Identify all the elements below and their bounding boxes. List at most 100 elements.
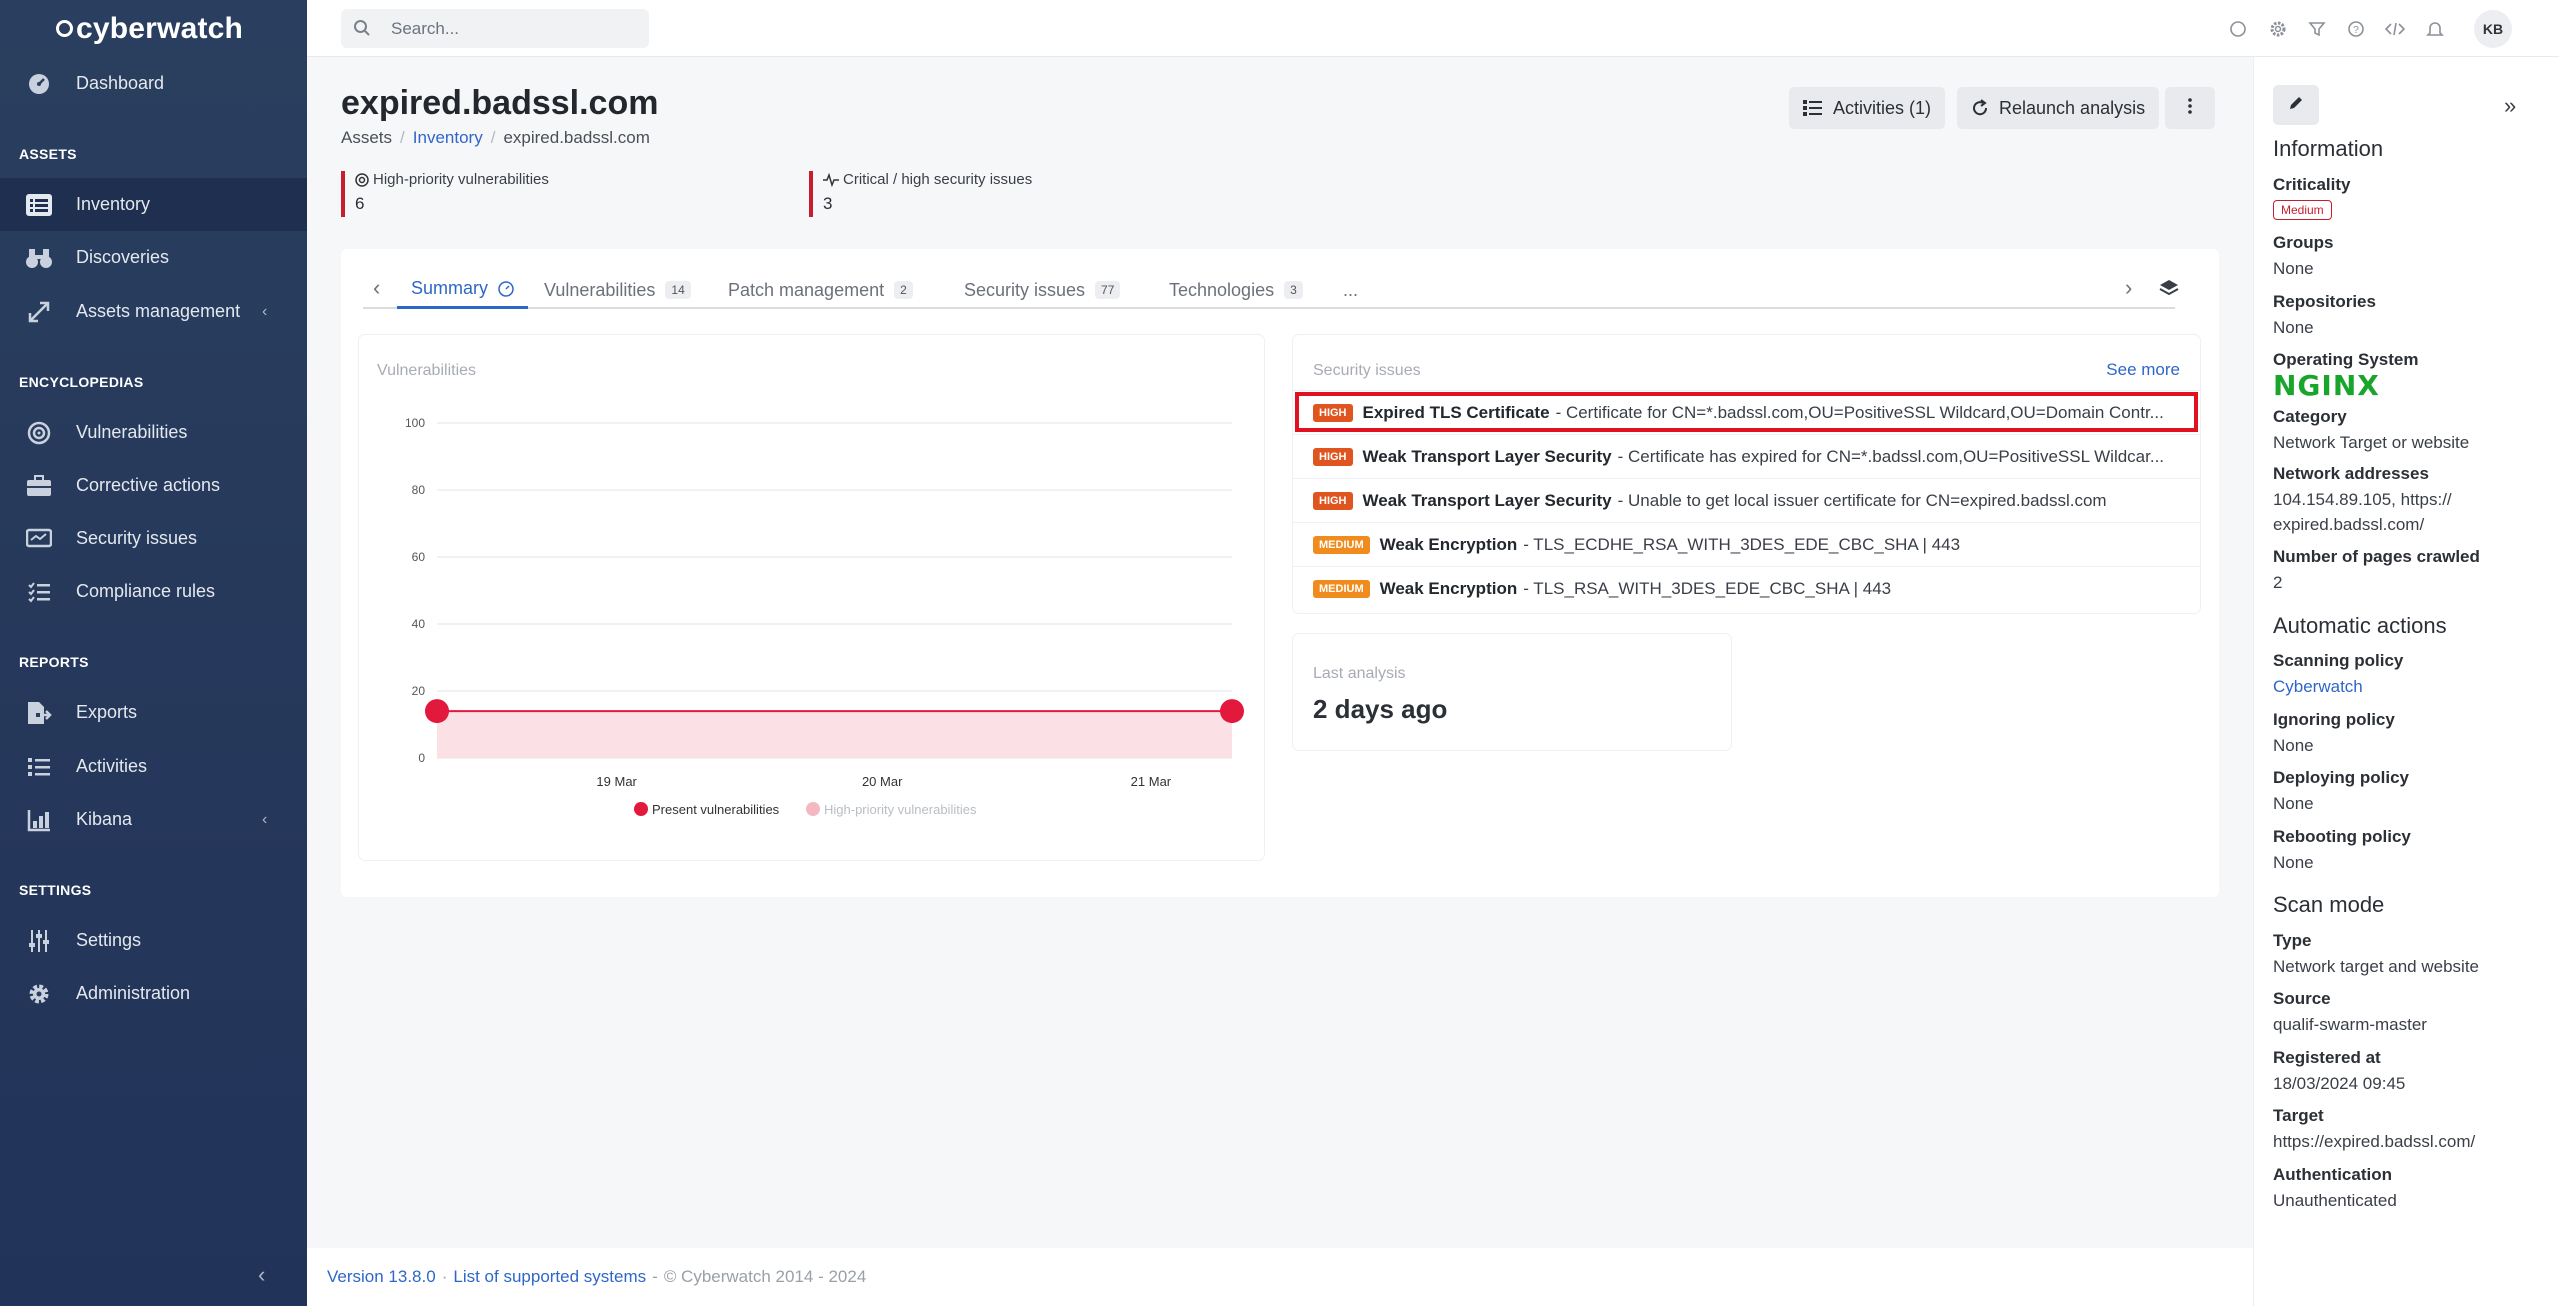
footer: Version 13.8.0 · List of supported systems… (307, 1248, 2253, 1306)
security-issue-row[interactable]: HIGH Expired TLS Certificate - Certificate… (1293, 390, 2200, 434)
scanning-policy-label: Scanning policy (2273, 651, 2404, 670)
version-link[interactable]: Version 13.8.0 (327, 1267, 436, 1287)
y-tick-label: 80 (412, 483, 426, 497)
sidebar-item-corrective-actions[interactable]: Corrective actions (0, 459, 307, 512)
sidebar-item-discoveries[interactable]: Discoveries (0, 231, 307, 284)
search-input[interactable] (391, 9, 631, 48)
tab-security-issues[interactable]: Security issues 77 (964, 271, 1121, 309)
kpi-label: High-priority vulnerabilities (373, 171, 549, 188)
sidebar-item-inventory[interactable]: Inventory (0, 178, 307, 231)
kebab-icon (2188, 97, 2192, 119)
sidebar-item-vulnerabilities[interactable]: Vulnerabilities (0, 406, 307, 459)
legend-label: High-priority vulnerabilities (824, 802, 977, 817)
filter-icon[interactable] (2305, 17, 2329, 41)
security-issue-row[interactable]: MEDIUM Weak Encryption - TLS_ECDHE_RSA_WIT… (1293, 522, 2200, 566)
bell-icon[interactable] (2423, 17, 2447, 41)
tab-technologies[interactable]: Technologies 3 (1169, 271, 1303, 309)
tab-badge: 77 (1095, 281, 1121, 299)
automatic-actions-heading: Automatic actions (2273, 613, 2447, 638)
x-tick-label: 20 Mar (862, 774, 903, 789)
criticality-label: Criticality (2273, 175, 2351, 194)
breadcrumb-inventory[interactable]: Inventory (413, 128, 483, 147)
tab-more[interactable]: ... (1343, 271, 1358, 309)
tab-patch-management[interactable]: Patch management 2 (728, 271, 913, 309)
topbar: ? KB (307, 0, 2559, 57)
security-issues-card: Security issues See more HIGH Expired TLS… (1293, 335, 2200, 613)
page-title: expired.badssl.com (341, 84, 659, 122)
target-label: Target (2273, 1106, 2324, 1125)
supported-systems-link[interactable]: List of supported systems (453, 1267, 646, 1287)
activities-button[interactable]: Activities (1) (1789, 87, 1946, 129)
tasks-icon (1803, 99, 1823, 117)
category-value: Network Target or website (2273, 433, 2470, 452)
tab-vulnerabilities[interactable]: Vulnerabilities 14 (544, 271, 691, 309)
asset-details-panel: » Information Criticality Medium Groups … (2253, 57, 2559, 1306)
scan-mode-heading: Scan mode (2273, 892, 2385, 917)
sidebar-item-label: Assets management (76, 301, 241, 321)
brand-logo[interactable]: cyberwatch (0, 0, 307, 57)
sidebar-item-label: Discoveries (76, 247, 170, 267)
kpi-high-priority-vulnerabilities[interactable]: High-priority vulnerabilities 6 (341, 171, 549, 217)
summary-card: ‹ Summary Vulnerabilities 14 Patch manage… (341, 249, 2219, 897)
vulnerabilities-chart: 0 20 40 60 80 100 19 Mar 20 Mar 21 Mar Present vu… (405, 416, 1244, 817)
circle-icon[interactable] (2226, 17, 2250, 41)
issue-description: - TLS_ECDHE_RSA_WITH_3DES_EDE_CBC_SHA | … (1523, 534, 1961, 554)
tab-badge: 2 (894, 281, 913, 299)
search-box[interactable] (341, 9, 649, 48)
security-issue-row[interactable]: HIGH Weak Transport Layer Security - Certi… (1293, 434, 2200, 478)
sidebar-item-security-issues[interactable]: Security issues (0, 512, 307, 565)
sidebar-item-settings[interactable]: Settings (0, 914, 307, 967)
breadcrumb: Assets / Inventory / expired.badssl.com (341, 128, 650, 147)
information-heading: Information (2273, 136, 2384, 161)
more-options-button[interactable] (2165, 87, 2215, 129)
sidebar-item-activities[interactable]: Activities (0, 740, 307, 793)
sidebar-item-compliance-rules[interactable]: Compliance rules (0, 565, 307, 618)
sidebar-item-label: Compliance rules (76, 581, 216, 601)
severity-badge: HIGH (1313, 491, 1353, 510)
sidebar-item-label: Security issues (76, 528, 198, 548)
data-point (425, 699, 449, 724)
registered-value: 18/03/2024 09:45 (2273, 1074, 2406, 1093)
tab-bar: ‹ Summary Vulnerabilities 14 Patch manage… (363, 271, 2179, 309)
type-value: Network target and website (2273, 957, 2479, 976)
security-issue-row[interactable]: HIGH Weak Transport Layer Security - Unabl… (1293, 478, 2200, 522)
sidebar-item-exports[interactable]: Exports (0, 686, 307, 739)
security-issue-row[interactable]: MEDIUM Weak Encryption - TLS_RSA_WITH_3DES… (1293, 566, 2200, 610)
sidebar-item-dashboard[interactable]: Dashboard (0, 57, 307, 110)
code-icon[interactable] (2383, 17, 2407, 41)
last-analysis-card: Last analysis 2 days ago (1293, 634, 1731, 750)
layers-icon[interactable] (2159, 279, 2179, 302)
file-export-icon (26, 700, 52, 726)
scanning-policy-link[interactable]: Cyberwatch (2273, 674, 2543, 699)
avatar[interactable]: KB (2474, 10, 2512, 48)
y-tick-label: 40 (412, 617, 426, 631)
section-encyclopedias: ENCYCLOPEDIAS (19, 374, 144, 390)
issue-name: Expired TLS Certificate (1362, 402, 1550, 422)
tab-badge: 3 (1284, 281, 1303, 299)
search-icon (353, 19, 371, 42)
sidebar-item-assets-management[interactable]: Assets management ‹ (0, 285, 307, 338)
help-icon[interactable]: ? (2344, 17, 2368, 41)
tabs-next-icon[interactable]: › (2125, 275, 2132, 301)
tabs-prev-icon[interactable]: ‹ (373, 275, 380, 301)
os-label: Operating System (2273, 350, 2419, 369)
sidebar-item-label: Settings (76, 930, 142, 950)
legend-marker (806, 802, 820, 816)
sidebar-item-administration[interactable]: Administration (0, 967, 307, 1020)
tab-label: Patch management (728, 279, 885, 300)
collapse-panel-icon[interactable]: » (2504, 93, 2516, 119)
x-tick-label: 21 Mar (1131, 774, 1172, 789)
security-issues-title: Security issues (1313, 362, 1421, 379)
edit-button[interactable] (2273, 85, 2319, 125)
sidebar-item-label: Vulnerabilities (76, 422, 188, 442)
kpi-critical-security-issues[interactable]: Critical / high security issues 3 (809, 171, 1032, 217)
sidebar-item-label: Exports (76, 702, 138, 722)
repositories-label: Repositories (2273, 292, 2376, 311)
sidebar-item-kibana[interactable]: Kibana ‹ (0, 793, 307, 846)
see-more-link[interactable]: See more (2106, 360, 2180, 380)
settings-icon[interactable] (2266, 17, 2290, 41)
relaunch-analysis-button[interactable]: Relaunch analysis (1957, 87, 2160, 129)
collapse-sidebar-icon[interactable]: ‹ (258, 1262, 265, 1288)
issue-name: Weak Encryption (1379, 534, 1518, 554)
tab-summary[interactable]: Summary (397, 271, 529, 309)
